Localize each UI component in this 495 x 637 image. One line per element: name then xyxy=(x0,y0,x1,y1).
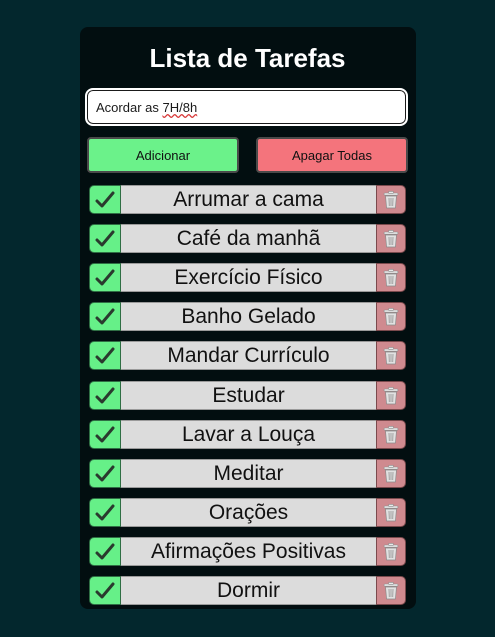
complete-task-button[interactable] xyxy=(89,224,121,253)
delete-task-button[interactable] xyxy=(376,420,406,449)
task-label: Lavar a Louça xyxy=(121,420,376,449)
trash-can-icon xyxy=(383,464,399,482)
check-mark-icon xyxy=(95,191,115,207)
complete-task-button[interactable] xyxy=(89,381,121,410)
task-label: Meditar xyxy=(121,459,376,488)
complete-task-button[interactable] xyxy=(89,420,121,449)
task-label: Afirmações Positivas xyxy=(121,537,376,566)
task-item: Meditar xyxy=(89,459,406,488)
task-item: Dormir xyxy=(89,576,406,605)
task-item: Banho Gelado xyxy=(89,302,406,331)
trash-can-icon xyxy=(383,229,399,247)
complete-task-button[interactable] xyxy=(89,185,121,214)
misspelled-word: 7H/8h xyxy=(162,100,198,115)
trash-can-icon xyxy=(383,503,399,521)
task-label: Orações xyxy=(121,498,376,527)
complete-task-button[interactable] xyxy=(89,576,121,605)
check-mark-icon xyxy=(95,504,115,520)
task-item: Estudar xyxy=(89,381,406,410)
check-mark-icon xyxy=(95,465,115,481)
delete-task-button[interactable] xyxy=(376,537,406,566)
task-item: Arrumar a cama xyxy=(89,185,406,214)
complete-task-button[interactable] xyxy=(89,537,121,566)
task-label: Dormir xyxy=(121,576,376,605)
task-input-value[interactable]: Acordar as 7H/8h xyxy=(96,100,197,115)
task-label: Estudar xyxy=(121,381,376,410)
add-task-button[interactable]: Adicionar xyxy=(87,137,239,173)
check-mark-icon xyxy=(95,387,115,403)
complete-task-button[interactable] xyxy=(89,498,121,527)
delete-task-button[interactable] xyxy=(376,185,406,214)
task-label: Arrumar a cama xyxy=(121,185,376,214)
task-label: Exercício Físico xyxy=(121,263,376,292)
trash-can-icon xyxy=(383,268,399,286)
task-label: Café da manhã xyxy=(121,224,376,253)
task-item: Café da manhã xyxy=(89,224,406,253)
delete-task-button[interactable] xyxy=(376,498,406,527)
check-mark-icon xyxy=(95,347,115,363)
complete-task-button[interactable] xyxy=(89,302,121,331)
check-mark-icon xyxy=(95,543,115,559)
complete-task-button[interactable] xyxy=(89,341,121,370)
task-item: Exercício Físico xyxy=(89,263,406,292)
check-mark-icon xyxy=(95,269,115,285)
task-label: Banho Gelado xyxy=(121,302,376,331)
delete-task-button[interactable] xyxy=(376,263,406,292)
delete-task-button[interactable] xyxy=(376,459,406,488)
trash-can-icon xyxy=(383,307,399,325)
delete-task-button[interactable] xyxy=(376,576,406,605)
check-mark-icon xyxy=(95,582,115,598)
trash-can-icon xyxy=(383,425,399,443)
task-input-field[interactable]: Acordar as 7H/8h xyxy=(85,88,408,126)
check-mark-icon xyxy=(95,308,115,324)
task-label: Mandar Currículo xyxy=(121,341,376,370)
trash-can-icon xyxy=(383,581,399,599)
check-mark-icon xyxy=(95,426,115,442)
clear-all-button[interactable]: Apagar Todas xyxy=(256,137,408,173)
task-item: Orações xyxy=(89,498,406,527)
page-title: Lista de Tarefas xyxy=(149,43,346,73)
trash-can-icon xyxy=(383,386,399,404)
trash-can-icon xyxy=(383,346,399,364)
task-item: Mandar Currículo xyxy=(89,341,406,370)
trash-can-icon xyxy=(383,190,399,208)
trash-can-icon xyxy=(383,542,399,560)
delete-task-button[interactable] xyxy=(376,341,406,370)
delete-task-button[interactable] xyxy=(376,302,406,331)
task-input-value-text: Acordar as xyxy=(96,100,163,115)
check-mark-icon xyxy=(95,230,115,246)
task-item: Afirmações Positivas xyxy=(89,537,406,566)
complete-task-button[interactable] xyxy=(89,263,121,292)
delete-task-button[interactable] xyxy=(376,381,406,410)
complete-task-button[interactable] xyxy=(89,459,121,488)
delete-task-button[interactable] xyxy=(376,224,406,253)
task-item: Lavar a Louça xyxy=(89,420,406,449)
